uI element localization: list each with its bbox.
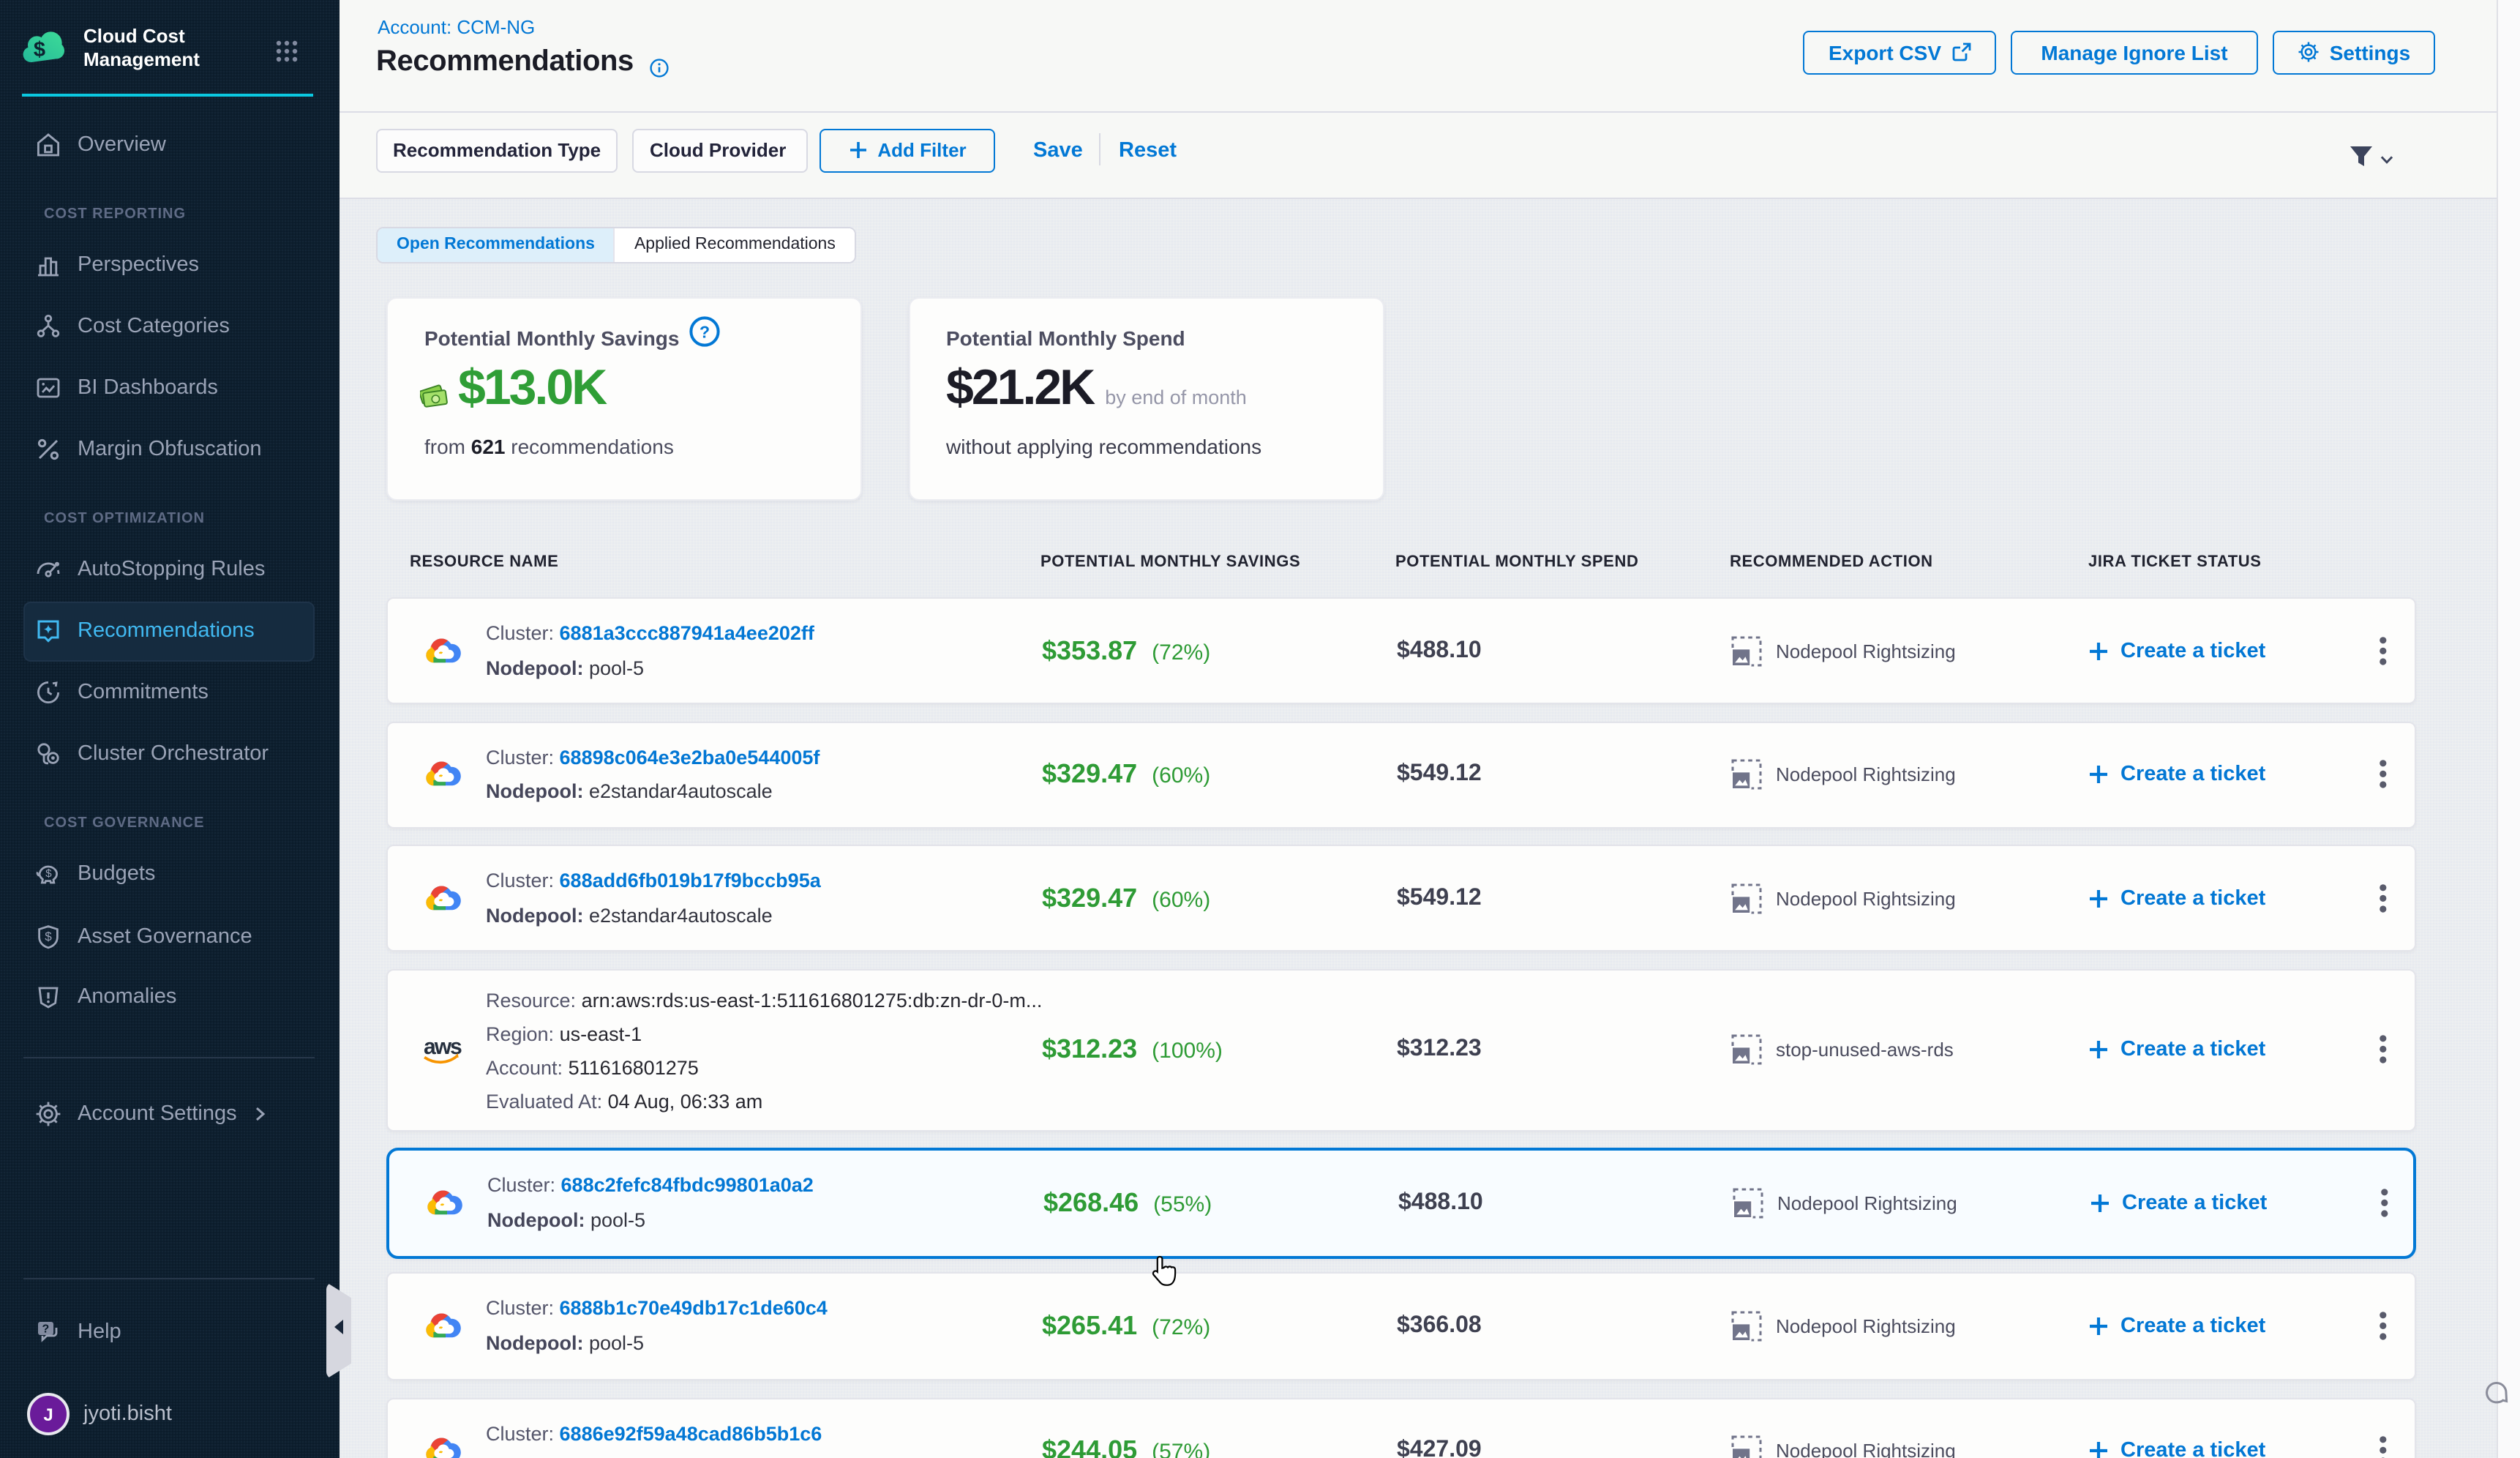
svg-text:$: $	[45, 867, 52, 880]
svg-text:J: J	[43, 1405, 53, 1425]
svg-text:?: ?	[700, 322, 710, 341]
svg-text:$: $	[34, 38, 45, 61]
svg-text:?: ?	[42, 1323, 50, 1336]
svg-text:$: $	[45, 929, 52, 943]
